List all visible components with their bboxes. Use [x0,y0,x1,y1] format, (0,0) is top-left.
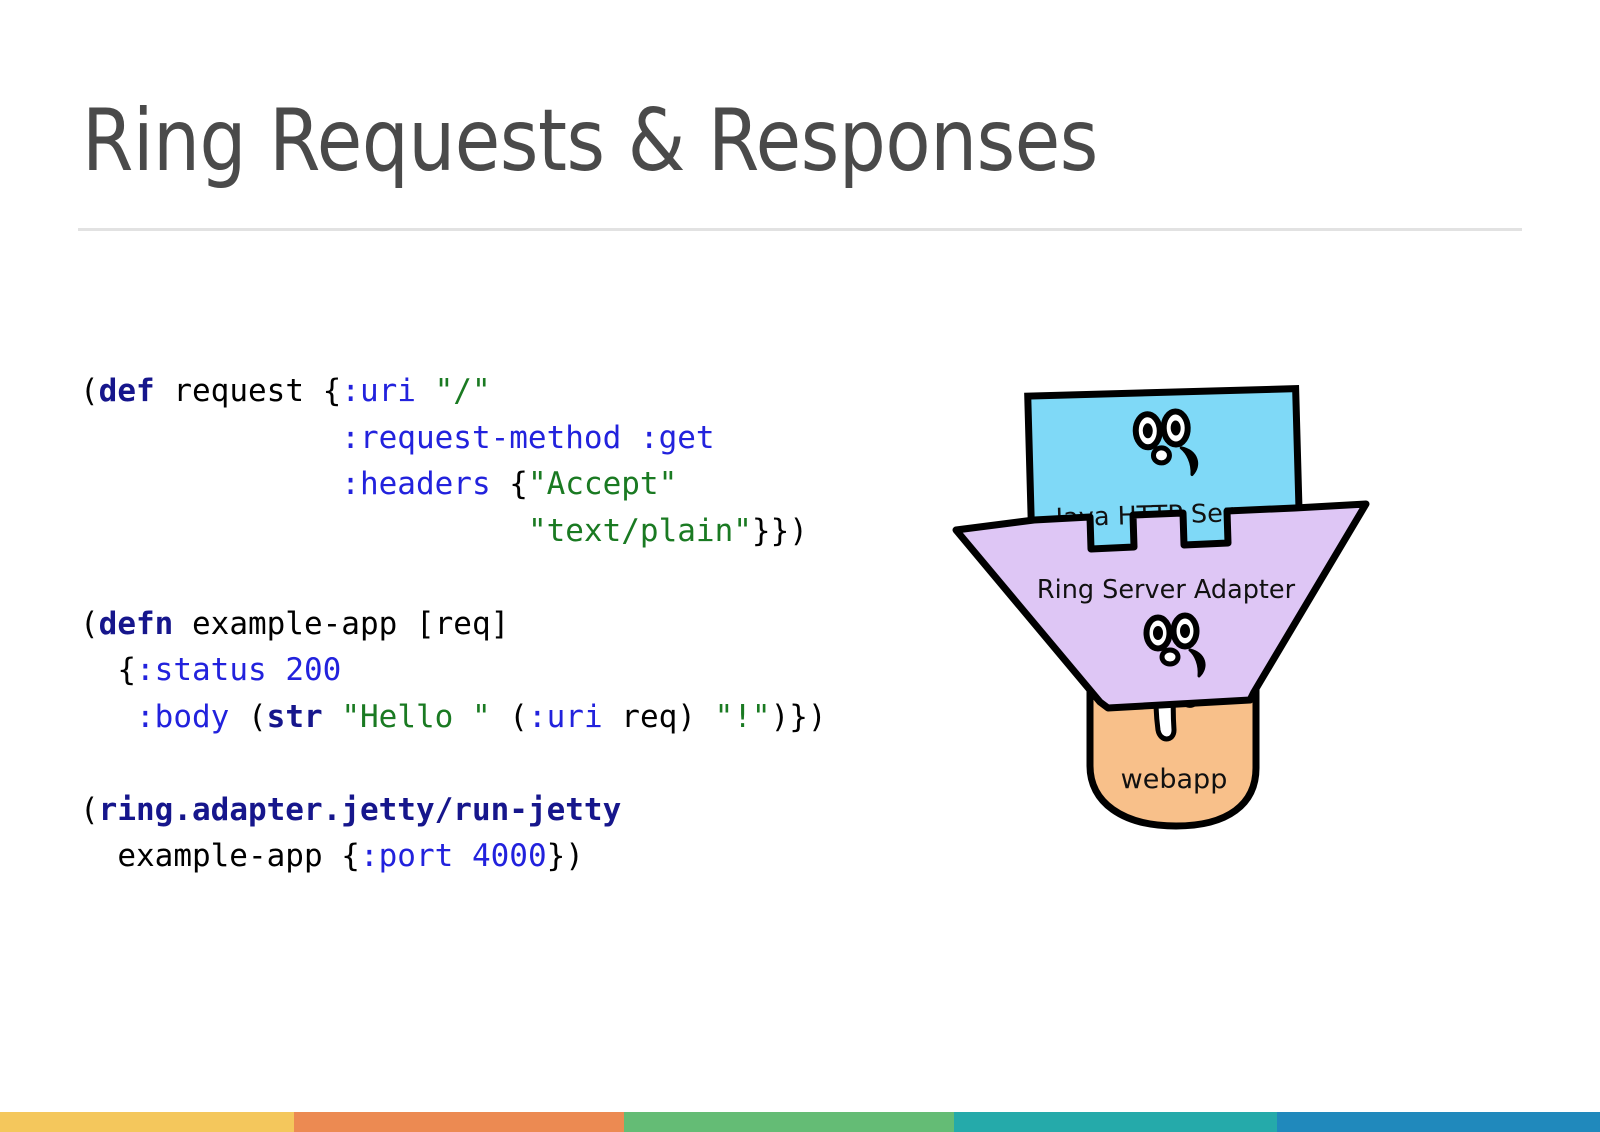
code-line: "text/plain"}}) [80,508,827,555]
code-line: (ring.adapter.jetty/run-jetty [80,787,827,834]
code-block: (def request {:uri "/" :request-method :… [80,368,827,880]
slide-canvas: Ring Requests & Responses (def request {… [0,0,1600,1132]
code-token: { [490,466,528,502]
color-bar-segment-yellow [0,1112,295,1132]
code-token: ring.adapter.jetty/run-jetty [98,791,622,828]
code-token: str [266,698,323,735]
code-token: ( [229,698,267,735]
code-token: req) [602,698,715,735]
ring-architecture-diagram: webapp Java HTTP Server Ring [940,370,1410,840]
webapp-label: webapp [1121,764,1228,795]
code-token: ( [80,791,99,828]
code-line: :body (str "Hello " (:uri req) "!")}) [80,694,827,741]
code-token: :port [359,838,454,874]
code-token: def [98,373,155,409]
ring-server-adapter-label: Ring Server Adapter [1037,575,1296,605]
code-token: ( [80,373,99,409]
color-bar-segment-orange [294,1112,624,1132]
code-line: :request-method :get [80,415,827,462]
code-line: example-app {:port 4000}) [80,833,827,880]
code-token: "Hello " [341,698,491,735]
code-token: :uri [341,373,416,409]
code-token: "Accept" [527,466,678,502]
code-token: :headers [341,466,491,502]
color-bar-segment-green [623,1112,954,1132]
code-token: :request-method :get [341,419,715,456]
title-divider [78,228,1522,231]
code-token: defn [98,605,174,642]
color-bar-segment-teal [953,1112,1277,1132]
code-token: "/" [434,373,491,409]
bottom-color-bar [0,1112,1600,1132]
code-token: "text/plain" [527,512,752,549]
code-line: (def request {:uri "/" [80,368,827,415]
page-title: Ring Requests & Responses [82,91,1098,191]
code-line: :headers {"Accept" [80,461,827,508]
code-token: :status [136,652,267,688]
code-token: request { [154,373,342,409]
code-token: 4000 [471,838,547,874]
code-token: example-app { [80,838,360,874]
code-token: "!" [714,698,771,735]
code-token: )}) [770,698,827,735]
code-token: ( [80,605,99,642]
code-token: { [80,652,136,688]
color-bar-segment-blue [1276,1112,1600,1132]
code-line: {:status 200 [80,647,827,694]
code-token: }) [546,838,584,874]
ring-server-adapter-shape: Ring Server Adapter [952,500,1370,712]
code-token: :body [136,698,230,735]
code-token: 200 [285,652,342,688]
code-token: :uri [527,698,603,735]
code-token: ( [490,698,528,735]
code-line: (defn example-app [req] [80,601,827,648]
code-token: }}) [751,512,808,549]
code-token: example-app [req] [173,605,510,642]
